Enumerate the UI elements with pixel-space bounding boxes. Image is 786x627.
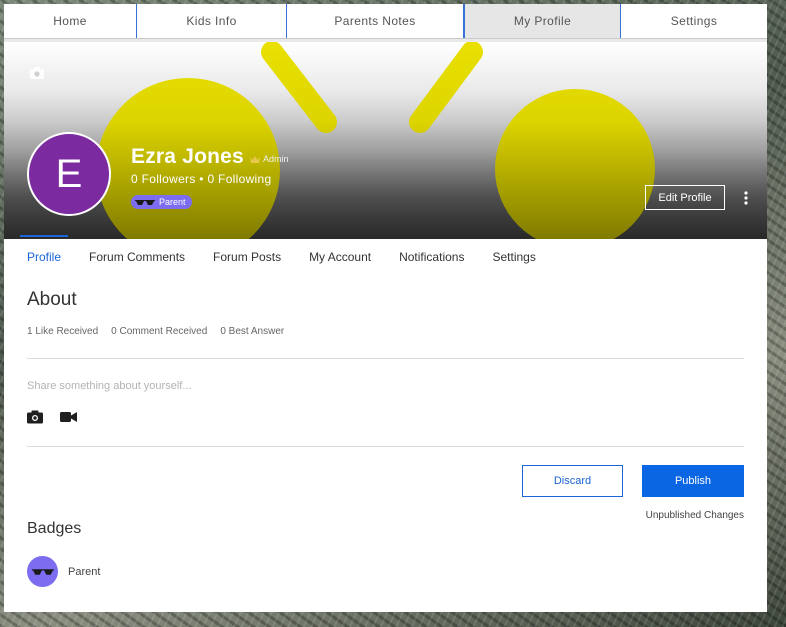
badges-title: Badges (27, 520, 82, 537)
parent-badge-icon[interactable] (27, 556, 58, 587)
camera-icon[interactable] (29, 65, 45, 81)
discard-button[interactable]: Discard (522, 465, 623, 497)
parent-badge-pill: Parent (131, 195, 192, 209)
following-count[interactable]: 0 Following (207, 172, 271, 186)
about-input[interactable] (27, 378, 527, 394)
tab-forum-posts[interactable]: Forum Posts (213, 235, 281, 265)
glasses-icon (135, 199, 155, 205)
crown-icon (250, 155, 260, 163)
nav-item-my-profile[interactable]: My Profile (464, 4, 621, 38)
tab-notifications[interactable]: Notifications (399, 235, 464, 265)
parent-badge-label: Parent (68, 566, 101, 578)
follow-stats: 0 Followers • 0 Following (131, 172, 271, 186)
avatar[interactable]: E (27, 132, 111, 216)
video-icon[interactable] (60, 411, 77, 423)
about-divider-top (27, 358, 744, 359)
tab-settings[interactable]: Settings (492, 235, 535, 265)
role-text: Admin (263, 154, 289, 164)
about-title: About (27, 289, 77, 310)
tab-profile[interactable]: Profile (19, 235, 69, 265)
nav-item-settings[interactable]: Settings (621, 4, 767, 38)
followers-count[interactable]: 0 Followers (131, 172, 196, 186)
avatar-initial: E (55, 151, 83, 196)
best-answers: 0 Best Answer (220, 326, 285, 337)
photo-icon[interactable] (27, 410, 43, 424)
badge-pill-label: Parent (159, 197, 186, 207)
likes-received: 1 Like Received (27, 326, 99, 337)
top-nav: Home Kids Info Parents Notes My Profile … (4, 4, 767, 39)
more-options-icon[interactable] (741, 190, 751, 206)
tab-forum-comments[interactable]: Forum Comments (89, 235, 185, 265)
about-divider-bottom (27, 446, 744, 447)
edit-profile-button[interactable]: Edit Profile (645, 185, 725, 210)
unpublished-status: Unpublished Changes (645, 510, 744, 521)
publish-button[interactable]: Publish (642, 465, 744, 497)
profile-page: Home Kids Info Parents Notes My Profile … (4, 4, 767, 612)
nav-item-parents-notes[interactable]: Parents Notes (287, 4, 464, 38)
role-label: Admin (250, 154, 289, 164)
profile-tabs: Profile Forum Comments Forum Posts My Ac… (19, 235, 564, 265)
glasses-icon (31, 568, 54, 575)
nav-item-kids-info[interactable]: Kids Info (137, 4, 287, 38)
nav-item-home[interactable]: Home (4, 4, 137, 38)
comments-received: 0 Comment Received (111, 326, 208, 337)
follow-separator: • (199, 172, 204, 186)
profile-name: Ezra Jones (131, 145, 244, 168)
about-stats: 1 Like Received 0 Comment Received 0 Bes… (27, 326, 284, 337)
tab-my-account[interactable]: My Account (309, 235, 371, 265)
